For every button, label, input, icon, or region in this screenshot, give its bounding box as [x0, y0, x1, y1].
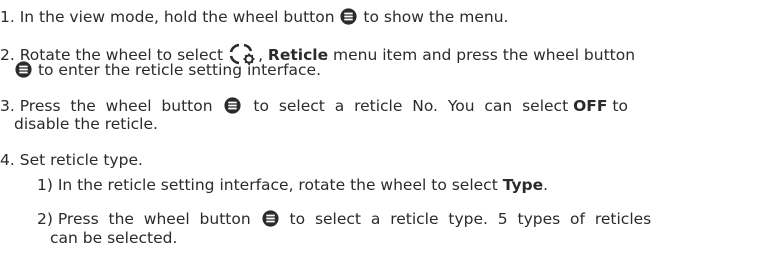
- substep-2-continued: can be selected.: [50, 229, 177, 248]
- substep-number: 1): [37, 176, 53, 194]
- instruction-page: 1. In the view mode, hold the wheel butt…: [0, 0, 766, 257]
- step-number: 1.: [0, 8, 15, 26]
- substep-2: 2) Press the wheel button to select a re…: [37, 210, 651, 229]
- substep-text: can be selected.: [50, 229, 178, 247]
- substep-number: 2): [37, 210, 53, 228]
- step-text: to show the menu.: [363, 8, 509, 26]
- step-1: 1. In the view mode, hold the wheel butt…: [0, 8, 508, 27]
- step-text: to: [612, 97, 628, 115]
- off-option-label: OFF: [573, 97, 608, 115]
- step-text: Press the wheel button: [19, 97, 213, 115]
- wheel-button-icon: [340, 8, 358, 25]
- substep-text: In the reticle setting interface, rotate…: [57, 176, 498, 194]
- step-2-continued: to enter the reticle setting interface.: [14, 61, 321, 80]
- substep-text: to select a reticle type. 5 types of ret…: [289, 210, 652, 228]
- step-3: 3. Press the wheel button to select a re…: [0, 97, 628, 116]
- step-number: 3.: [0, 97, 15, 115]
- step-number: 2.: [0, 46, 15, 64]
- step-text: Set reticle type.: [19, 151, 143, 169]
- step-text: to select a reticle No. You can select: [253, 97, 569, 115]
- substep-text: Press the wheel button: [57, 210, 251, 228]
- step-text: to enter the reticle setting interface.: [37, 61, 322, 79]
- substep-text: .: [543, 176, 549, 194]
- step-4: 4. Set reticle type.: [0, 151, 143, 170]
- type-menu-label: Type: [502, 176, 544, 194]
- substep-1: 1) In the reticle setting interface, rot…: [37, 176, 548, 195]
- wheel-button-icon: [224, 97, 242, 114]
- wheel-button-icon: [262, 210, 279, 227]
- step-number: 4.: [0, 151, 15, 169]
- step-3-continued: disable the reticle.: [14, 115, 158, 134]
- wheel-button-icon: [15, 61, 32, 78]
- step-text: disable the reticle.: [14, 115, 158, 133]
- step-text: menu item and press the wheel button: [328, 46, 636, 64]
- step-text: In the view mode, hold the wheel button: [19, 8, 335, 26]
